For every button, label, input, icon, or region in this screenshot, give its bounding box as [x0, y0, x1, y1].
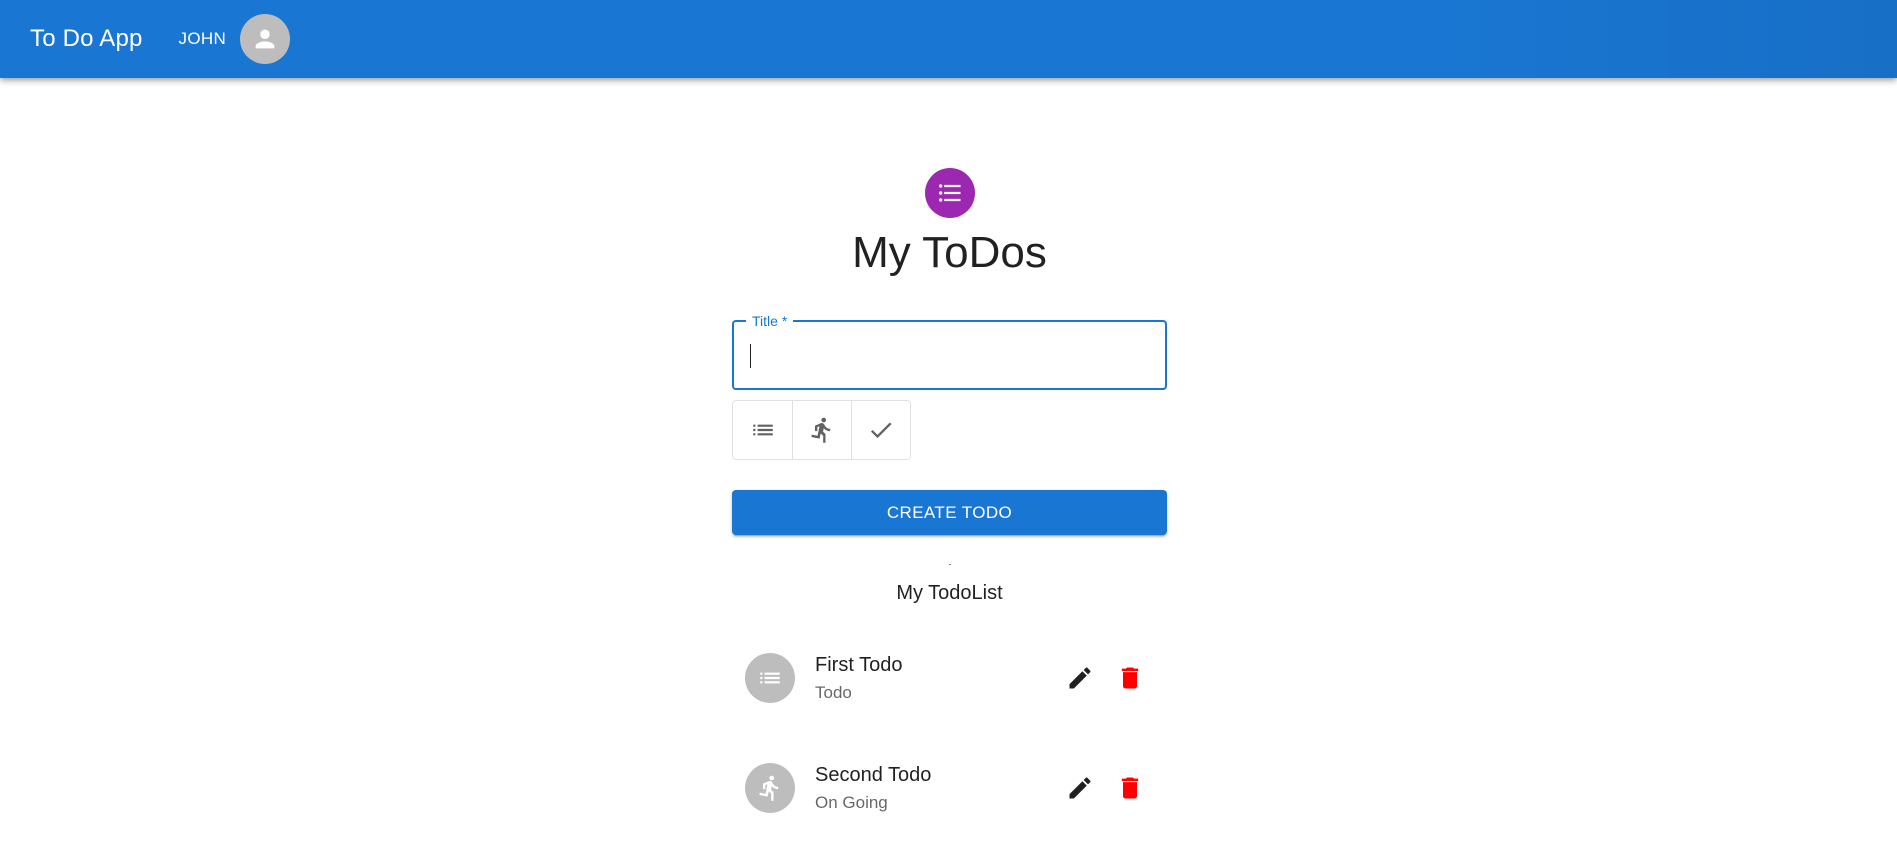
todo-status: Todo	[815, 682, 852, 702]
todo-text: First Todo Todo	[815, 654, 1055, 703]
todo-title: Second Todo	[815, 763, 932, 786]
user-name: John	[178, 29, 227, 48]
toggle-status-done[interactable]	[851, 401, 910, 459]
list-item: Second Todo On Going	[732, 733, 1167, 843]
todo-text: Second Todo On Going	[815, 764, 1055, 813]
header-avatar	[924, 168, 975, 218]
list-icon	[760, 672, 780, 684]
todo-status-avatar	[745, 763, 795, 813]
text-caret	[750, 344, 751, 368]
user-menu-button[interactable]: John	[178, 14, 291, 64]
todo-title: First Todo	[815, 653, 903, 676]
person-icon	[255, 29, 275, 49]
list-item: First Todo Todo	[732, 623, 1167, 733]
edit-icon	[1069, 667, 1091, 689]
delete-button[interactable]	[1105, 763, 1155, 813]
toggle-status-ongoing[interactable]	[792, 401, 851, 459]
trash-icon	[1121, 777, 1139, 799]
main-content: My ToDos Title * Create Todo My TodoList	[732, 168, 1167, 843]
divider-mark	[948, 564, 951, 565]
trash-icon	[1121, 667, 1139, 689]
running-icon	[759, 775, 779, 801]
edit-button[interactable]	[1055, 763, 1105, 813]
create-todo-button[interactable]: Create Todo	[732, 490, 1167, 535]
title-field-label: Title *	[746, 313, 794, 329]
avatar[interactable]	[240, 14, 291, 64]
todo-status-avatar	[745, 653, 795, 703]
app-title: To Do App	[30, 25, 143, 52]
todo-list-title: My TodoList	[896, 582, 1003, 604]
page-title: My ToDos	[852, 228, 1047, 277]
edit-button[interactable]	[1055, 653, 1105, 703]
title-field[interactable]: Title *	[732, 313, 1167, 390]
todo-status: On Going	[815, 792, 888, 812]
toggle-status-todo[interactable]	[733, 401, 792, 459]
delete-button[interactable]	[1105, 653, 1155, 703]
app-bar-shade	[1437, 0, 1897, 78]
app-bar: To Do App John	[0, 0, 1897, 78]
edit-icon	[1069, 777, 1091, 799]
todo-list: First Todo Todo Second Todo On Going	[732, 623, 1167, 843]
status-toggle-group	[732, 400, 911, 460]
list-icon	[938, 184, 960, 202]
list-icon	[752, 424, 773, 436]
check-icon	[870, 422, 892, 439]
title-input[interactable]	[750, 342, 1150, 370]
running-icon	[811, 417, 831, 443]
